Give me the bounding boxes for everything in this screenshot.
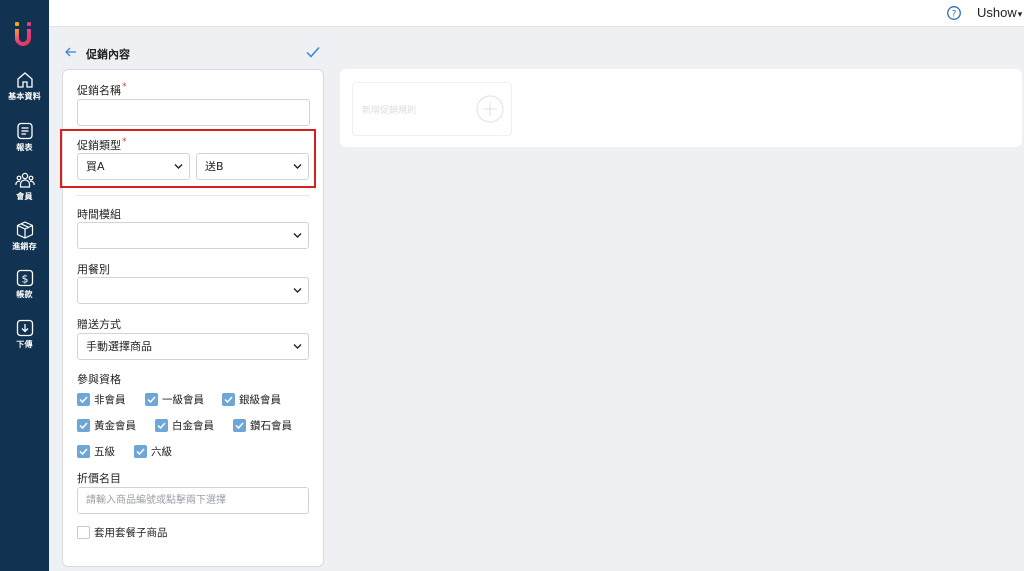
required-mark: * <box>122 82 127 92</box>
page-title: 促銷內容 <box>86 48 130 61</box>
checkbox-checked-icon <box>155 418 168 432</box>
back-arrow-icon[interactable] <box>64 45 78 59</box>
checkbox-checked-icon <box>77 444 90 458</box>
nav-label: 基本資料 <box>8 92 41 101</box>
time-module-select[interactable] <box>77 222 309 249</box>
discount-item-label: 折價名目 <box>77 472 121 485</box>
chevron-down-icon <box>293 344 302 349</box>
checkbox-checked-icon <box>222 392 235 406</box>
checkbox-checked-icon <box>145 392 158 406</box>
qualification-checkbox-non-member[interactable]: 非會員 <box>77 392 126 406</box>
gift-method-select[interactable]: 手動選擇商品 <box>77 333 309 360</box>
gift-method-label: 贈送方式 <box>77 318 121 331</box>
qualification-checkbox-level1[interactable]: 一級會員 <box>145 392 204 406</box>
qualification-checkbox-level6[interactable]: 六級 <box>134 444 172 458</box>
checkbox-checked-icon <box>77 418 90 432</box>
qualification-label: 參與資格 <box>77 373 121 386</box>
home-icon <box>16 72 33 88</box>
checkbox-checked-icon <box>233 418 246 432</box>
report-icon <box>16 122 33 140</box>
nav-accounts[interactable]: $ 帳款 <box>0 268 49 300</box>
svg-text:?: ? <box>952 9 957 19</box>
svg-text:$: $ <box>21 273 28 286</box>
qualification-checkbox-gold[interactable]: 黃金會員 <box>77 418 136 432</box>
topbar: ? Ushow▾ <box>49 0 1024 27</box>
ushow-logo[interactable] <box>12 22 36 48</box>
nav-inventory[interactable]: 進銷存 <box>0 220 49 252</box>
sidebar: 基本資料 報表 會員 進銷存 $ 帳款 下傳 <box>0 0 49 571</box>
nav-label: 進銷存 <box>12 242 37 251</box>
qualification-checkbox-platinum[interactable]: 白金會員 <box>155 418 214 432</box>
qualification-checkbox-diamond[interactable]: 鑽石會員 <box>233 418 292 432</box>
qualification-checkbox-level5[interactable]: 五級 <box>77 444 115 458</box>
promotion-name-label: 促銷名稱* <box>77 82 127 97</box>
checkbox-checked-icon <box>134 444 147 458</box>
nav-members[interactable]: 會員 <box>0 170 49 202</box>
help-icon[interactable]: ? <box>946 5 962 21</box>
user-name: Ushow <box>977 5 1017 20</box>
nav-label: 帳款 <box>16 290 33 299</box>
combo-subitems-checkbox[interactable]: 套用套餐子商品 <box>77 525 168 539</box>
inventory-box-icon <box>16 221 33 239</box>
qualification-checkbox-silver[interactable]: 銀級會員 <box>222 392 281 406</box>
user-menu[interactable]: Ushow▾ <box>977 5 1022 20</box>
checkbox-checked-icon <box>77 392 90 406</box>
time-module-label: 時間模組 <box>77 208 121 221</box>
nav-basic-data[interactable]: 基本資料 <box>0 70 49 102</box>
nav-label: 報表 <box>16 143 33 152</box>
add-rule-plus-icon[interactable] <box>476 95 504 123</box>
checkbox-unchecked-icon <box>77 525 90 539</box>
caret-down-icon: ▾ <box>1017 9 1023 19</box>
nav-label: 下傳 <box>16 340 33 349</box>
divider <box>77 195 310 196</box>
download-icon <box>16 319 33 337</box>
new-rule-label: 新增促銷規則 <box>362 106 417 116</box>
meal-type-label: 用餐別 <box>77 263 110 276</box>
nav-download[interactable]: 下傳 <box>0 318 49 350</box>
highlight-annotation <box>60 129 316 188</box>
dollar-icon: $ <box>16 269 33 287</box>
chevron-down-icon <box>293 233 302 238</box>
nav-report[interactable]: 報表 <box>0 121 49 153</box>
select-value: 手動選擇商品 <box>86 340 152 353</box>
confirm-check-icon[interactable] <box>305 44 321 60</box>
members-icon <box>14 172 35 188</box>
promotion-name-input[interactable] <box>77 99 310 126</box>
discount-item-input[interactable] <box>77 487 309 514</box>
meal-type-select[interactable] <box>77 277 309 304</box>
chevron-down-icon <box>293 288 302 293</box>
nav-label: 會員 <box>16 192 33 201</box>
